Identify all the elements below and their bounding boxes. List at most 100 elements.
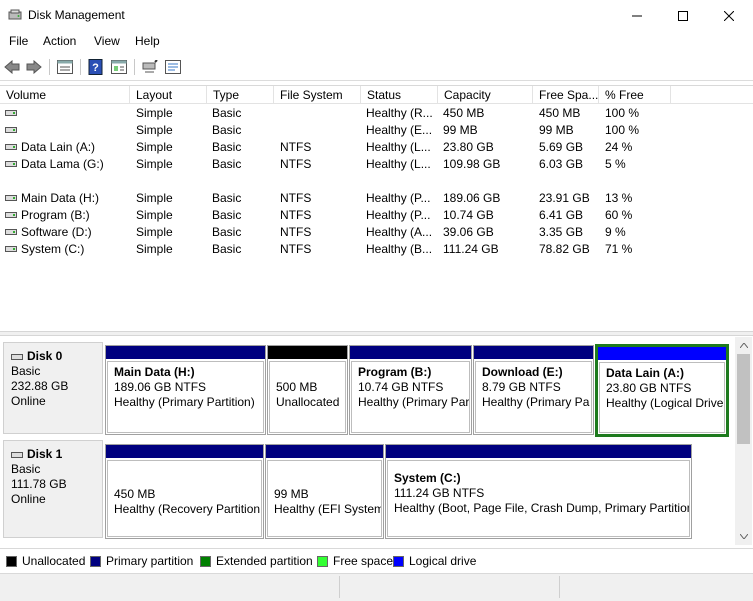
disk-size: 111.78 GB: [11, 477, 67, 491]
legend-logical: Logical drive: [393, 554, 476, 568]
cell-volume: [21, 122, 129, 139]
cell-free-space: 99 MB: [539, 123, 574, 137]
table-row[interactable]: Data Lama (G:) Simple Basic NTFS Healthy (L.…: [0, 156, 753, 173]
table-row[interactable]: Data Lain (A:) Simple Basic NTFS Healthy (L.…: [0, 139, 753, 156]
partition-efi[interactable]: 99 MB Healthy (EFI System: [265, 444, 384, 539]
partition-size: 500 MB: [276, 380, 318, 394]
cell-file-system: NTFS: [280, 225, 312, 239]
cell-percent-free: 24 %: [605, 140, 633, 154]
legend-extended: Extended partition: [200, 554, 313, 568]
disk-type: Basic: [11, 364, 41, 378]
disk-state: Online: [11, 394, 46, 408]
connect-button[interactable]: [141, 58, 159, 76]
partition-unallocated[interactable]: 500 MB Unallocated: [267, 345, 348, 435]
cell-percent-free: 100 %: [605, 106, 640, 120]
menu-action[interactable]: Action: [43, 34, 76, 48]
disk-management-icon: [8, 9, 22, 20]
table-row[interactable]: Main Data (H:) Simple Basic NTFS Healthy (P.…: [0, 190, 753, 207]
partition-main-data[interactable]: Main Data (H:) 189.06 GB NTFS Healthy (P…: [105, 345, 266, 435]
cell-file-system: [280, 105, 360, 122]
scroll-down-button[interactable]: [735, 528, 752, 545]
partition-data-lain[interactable]: Data Lain (A:) 23.80 GB NTFS Healthy (Lo…: [595, 344, 729, 437]
cell-file-system: NTFS: [280, 208, 312, 222]
volume-icon: [5, 110, 17, 116]
volume-icon: [5, 229, 17, 235]
pane-splitter[interactable]: [0, 331, 753, 336]
scroll-up-button[interactable]: [735, 337, 752, 354]
column-free-space[interactable]: Free Spa...: [533, 86, 599, 104]
cell-file-system: NTFS: [280, 242, 312, 256]
minimize-button[interactable]: [614, 0, 660, 31]
column-file-system[interactable]: File System: [274, 86, 361, 104]
svg-text:?: ?: [92, 62, 99, 74]
scroll-thumb[interactable]: [737, 354, 750, 444]
partition-status: Healthy (Primary Par: [358, 395, 470, 409]
cell-status: Healthy (L...: [366, 140, 431, 154]
legend-free-space: Free space: [317, 554, 393, 568]
partition-color-bar: [350, 346, 471, 359]
maximize-button[interactable]: [660, 0, 706, 31]
close-icon: [724, 10, 734, 21]
cell-capacity: 23.80 GB: [443, 140, 494, 154]
partition-size: 450 MB: [114, 487, 156, 501]
table-row[interactable]: Program (B:) Simple Basic NTFS Healthy (P...…: [0, 207, 753, 224]
help-button[interactable]: ?: [87, 58, 105, 76]
volume-icon: [5, 144, 17, 150]
forward-button[interactable]: [25, 58, 43, 76]
close-button[interactable]: [706, 0, 752, 31]
table-row[interactable]: Simple Basic Healthy (R... 450 MB 450 MB 100 …: [0, 105, 753, 122]
cell-percent-free: 13 %: [605, 191, 633, 205]
partition-size: 99 MB: [274, 487, 309, 501]
column-type[interactable]: Type: [207, 86, 274, 104]
table-row[interactable]: Software (D:) Simple Basic NTFS Healthy (A..…: [0, 224, 753, 241]
window-title: Disk Management: [28, 8, 125, 22]
partition-program[interactable]: Program (B:) 10.74 GB NTFS Healthy (Prim…: [349, 345, 472, 435]
partition-color-bar: [268, 346, 347, 359]
cell-layout: Simple: [136, 208, 173, 222]
menu-help[interactable]: Help: [135, 34, 160, 48]
partition-status: Healthy (EFI System: [274, 502, 382, 516]
column-capacity[interactable]: Capacity: [438, 86, 533, 104]
partition-size: 189.06 GB NTFS: [114, 380, 207, 394]
table-row[interactable]: Simple Basic Healthy (E... 99 MB 99 MB 100 %: [0, 122, 753, 139]
volume-list[interactable]: Volume Layout Type File System Status Ca…: [0, 85, 753, 330]
settings-button[interactable]: [164, 58, 182, 76]
settings-icon: [165, 60, 181, 74]
partition-color-bar: [598, 347, 726, 360]
column-volume[interactable]: Volume: [0, 86, 130, 104]
menu-file[interactable]: File: [9, 34, 28, 48]
partition-system[interactable]: System (C:) 111.24 GB NTFS Healthy (Boot…: [385, 444, 692, 539]
back-button[interactable]: [3, 58, 21, 76]
column-percent-free[interactable]: % Free: [599, 86, 671, 104]
legend-label: Free space: [333, 554, 394, 568]
graphical-view-scrollbar[interactable]: [735, 337, 752, 545]
toolbar-separator: [49, 59, 50, 75]
column-layout[interactable]: Layout: [130, 86, 207, 104]
partition-color-bar: [474, 346, 593, 359]
partition-name: Data Lain (A:): [606, 366, 684, 380]
table-row[interactable]: System (C:) Simple Basic NTFS Healthy (B... 1…: [0, 241, 753, 258]
legend-swatch: [317, 555, 328, 567]
list-view-button[interactable]: [56, 58, 74, 76]
cell-percent-free: 5 %: [605, 157, 626, 171]
disk-1-info[interactable]: Disk 1 Basic 111.78 GB Online: [3, 440, 103, 538]
partition-color-bar: [106, 445, 263, 458]
cell-capacity: 450 MB: [443, 106, 485, 120]
legend-unallocated: Unallocated: [6, 554, 85, 568]
menu-view[interactable]: View: [94, 34, 120, 48]
list-view-icon: [57, 60, 73, 74]
disk-size: 232.88 GB: [11, 379, 69, 393]
cell-status: Healthy (E...: [366, 123, 433, 137]
partition-recovery[interactable]: 450 MB Healthy (Recovery Partition: [105, 444, 264, 539]
partition-size: 8.79 GB NTFS: [482, 380, 561, 394]
legend: Unallocated Primary partition Extended p…: [0, 548, 753, 572]
cell-volume: System (C:): [21, 242, 85, 256]
partition-download[interactable]: Download (E:) 8.79 GB NTFS Healthy (Prim…: [473, 345, 594, 435]
disk-0-info[interactable]: Disk 0 Basic 232.88 GB Online: [3, 342, 103, 434]
cell-layout: Simple: [136, 157, 173, 171]
column-status[interactable]: Status: [361, 86, 438, 104]
properties-icon: [111, 60, 127, 74]
properties-button[interactable]: [110, 58, 128, 76]
cell-capacity: 99 MB: [443, 123, 478, 137]
cell-file-system: NTFS: [280, 140, 312, 154]
